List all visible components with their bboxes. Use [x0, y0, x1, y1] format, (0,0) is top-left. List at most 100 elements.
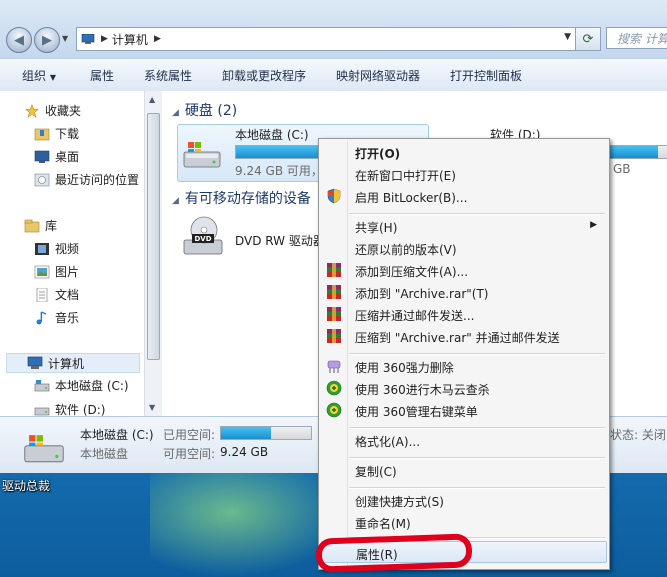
collapse-triangle-icon[interactable]: ◢ [172, 196, 179, 206]
system-properties-command[interactable]: 系统属性 [144, 67, 192, 84]
breadcrumb-separator-icon[interactable]: ▶ [154, 34, 161, 44]
open-control-panel-command[interactable]: 打开控制面板 [450, 67, 522, 84]
menu-label: 添加到压缩文件(A)... [355, 265, 469, 279]
scroll-down-icon[interactable]: ▼ [149, 403, 155, 412]
uninstall-program-command[interactable]: 卸载或更改程序 [222, 67, 306, 84]
recent-pages-dropdown[interactable]: ▼ [62, 34, 68, 43]
dvd-drive-name[interactable]: DVD RW 驱动器 [235, 232, 325, 249]
360-security-icon [326, 402, 342, 418]
search-input[interactable]: 搜索 计算 [606, 27, 667, 49]
nav-label: 收藏夹 [45, 104, 82, 118]
address-dropdown-icon[interactable]: ▼ [564, 32, 571, 42]
details-drive-name: 本地磁盘 (C:) [80, 428, 154, 442]
desktop-icon-label[interactable]: 驱动总裁 [2, 477, 50, 494]
address-bar[interactable]: ▶ 计算机 ▶ ▼ [76, 27, 576, 51]
details-usage-bar [220, 426, 312, 440]
menu-item-open[interactable]: 打开(O) [321, 141, 607, 163]
menu-item-360-manage-menu[interactable]: 使用 360管理右键菜单 [321, 399, 607, 421]
nav-documents[interactable]: 文档 [34, 286, 79, 303]
nav-label: 文档 [55, 288, 80, 302]
library-icon [24, 219, 40, 232]
menu-label: 还原以前的版本(V) [355, 243, 457, 257]
menu-label: 启用 BitLocker(B)... [355, 191, 468, 205]
nav-videos[interactable]: 视频 [34, 240, 79, 257]
menu-item-360-force-delete[interactable]: 使用 360强力删除 [321, 355, 607, 377]
refresh-button[interactable]: ⟳ [575, 27, 601, 51]
title-bar: ◀ ▶ ▼ ▶ 计算机 ▶ ▼ ⟳ 搜索 计算 [0, 0, 667, 58]
back-button[interactable]: ◀ [6, 27, 32, 53]
shield-icon [327, 188, 341, 204]
menu-item-bitlocker[interactable]: 启用 BitLocker(B)... [321, 185, 607, 207]
details-free-value: 9.24 GB [220, 445, 269, 459]
collapse-triangle-icon[interactable]: ◢ [172, 108, 179, 118]
drive-c-name: 本地磁盘 (C:) [235, 128, 309, 142]
windows-drive-icon [183, 142, 221, 168]
menu-label: 使用 360进行木马云查杀 [355, 383, 490, 397]
menu-item-restore-versions[interactable]: 还原以前的版本(V) [321, 237, 607, 259]
command-bar: 组织 ▼ 属性 系统属性 卸载或更改程序 映射网络驱动器 打开控制面板 [0, 58, 667, 92]
scroll-thumb[interactable] [147, 113, 160, 360]
nav-label: 音乐 [55, 311, 80, 325]
computer-icon [81, 33, 95, 44]
menu-label: 创建快捷方式(S) [355, 495, 444, 509]
menu-item-share[interactable]: 共享(H) ▶ [321, 215, 607, 237]
nav-downloads[interactable]: 下载 [34, 125, 79, 142]
menu-item-compress-rar-and-email[interactable]: 压缩到 "Archive.rar" 并通过邮件发送 [321, 325, 607, 347]
nav-libraries[interactable]: 库 [24, 217, 57, 234]
menu-label: 在新窗口中打开(E) [355, 169, 456, 183]
menu-item-compress-and-email[interactable]: 压缩并通过邮件发送... [321, 303, 607, 325]
hard-drives-group-header[interactable]: ◢ 硬盘 (2) [172, 100, 237, 120]
windows-drive-icon [24, 435, 64, 463]
context-menu: 打开(O) 在新窗口中打开(E) 启用 BitLocker(B)... 共享(H… [318, 138, 610, 570]
star-icon [25, 103, 39, 118]
organize-menu[interactable]: 组织 ▼ [22, 67, 56, 84]
details-free-label: 可用空间: [163, 447, 216, 461]
details-status: 状态: 关闭 [610, 428, 666, 442]
drive-d-free-space: GB [613, 162, 631, 176]
winrar-icon [327, 263, 341, 277]
group-title: 硬盘 (2) [184, 103, 238, 119]
nav-label: 库 [45, 219, 58, 233]
music-note-icon [36, 310, 47, 324]
details-drive-type: 本地磁盘 [80, 447, 129, 461]
breadcrumb-separator-icon[interactable]: ▶ [101, 34, 108, 44]
hard-drive-icon [34, 379, 50, 391]
forward-button[interactable]: ▶ [34, 27, 60, 53]
picture-icon [34, 265, 50, 278]
map-network-drive-command[interactable]: 映射网络驱动器 [336, 67, 420, 84]
navigation-scrollbar[interactable]: ▲ ▼ [144, 91, 162, 416]
menu-label: 使用 360强力删除 [355, 361, 454, 375]
menu-item-add-to-archive[interactable]: 添加到压缩文件(A)... [321, 259, 607, 281]
menu-item-rename[interactable]: 重命名(M) [321, 511, 607, 533]
refresh-icon: ⟳ [582, 31, 594, 47]
scroll-up-icon[interactable]: ▲ [149, 95, 155, 104]
nav-pictures[interactable]: 图片 [34, 263, 79, 280]
menu-item-copy[interactable]: 复制(C) [321, 459, 607, 481]
menu-item-format[interactable]: 格式化(A)... [321, 429, 607, 451]
dvd-drive-icon: DVD [183, 216, 223, 255]
360-security-icon [326, 380, 342, 396]
nav-favorites[interactable]: 收藏夹 [24, 102, 81, 119]
menu-item-open-new-window[interactable]: 在新窗口中打开(E) [321, 163, 607, 185]
nav-label: 下载 [55, 127, 80, 141]
nav-label: 最近访问的位置 [55, 173, 140, 187]
nav-computer[interactable]: 计算机 [6, 353, 140, 373]
nav-recent-places[interactable]: 最近访问的位置 [34, 171, 139, 188]
video-icon [35, 242, 49, 255]
menu-label: 添加到 "Archive.rar"(T) [355, 287, 489, 301]
nav-music[interactable]: 音乐 [34, 309, 79, 326]
menu-item-360-trojan-scan[interactable]: 使用 360进行木马云查杀 [321, 377, 607, 399]
menu-item-create-shortcut[interactable]: 创建快捷方式(S) [321, 489, 607, 511]
nav-local-disk-c[interactable]: 本地磁盘 (C:) [34, 377, 129, 394]
nav-desktop[interactable]: 桌面 [34, 148, 79, 165]
shredder-icon [327, 360, 341, 373]
nav-label: 计算机 [48, 356, 85, 371]
nav-label: 桌面 [55, 150, 80, 164]
winrar-icon [327, 329, 341, 343]
breadcrumb-computer[interactable]: 计算机 [112, 31, 148, 48]
removable-group-header[interactable]: ◢ 有可移动存储的设备 [172, 188, 311, 208]
properties-command[interactable]: 属性 [90, 67, 114, 84]
submenu-arrow-icon: ▶ [590, 220, 597, 230]
menu-label: 重命名(M) [355, 517, 411, 531]
menu-item-add-to-archive-rar[interactable]: 添加到 "Archive.rar"(T) [321, 281, 607, 303]
